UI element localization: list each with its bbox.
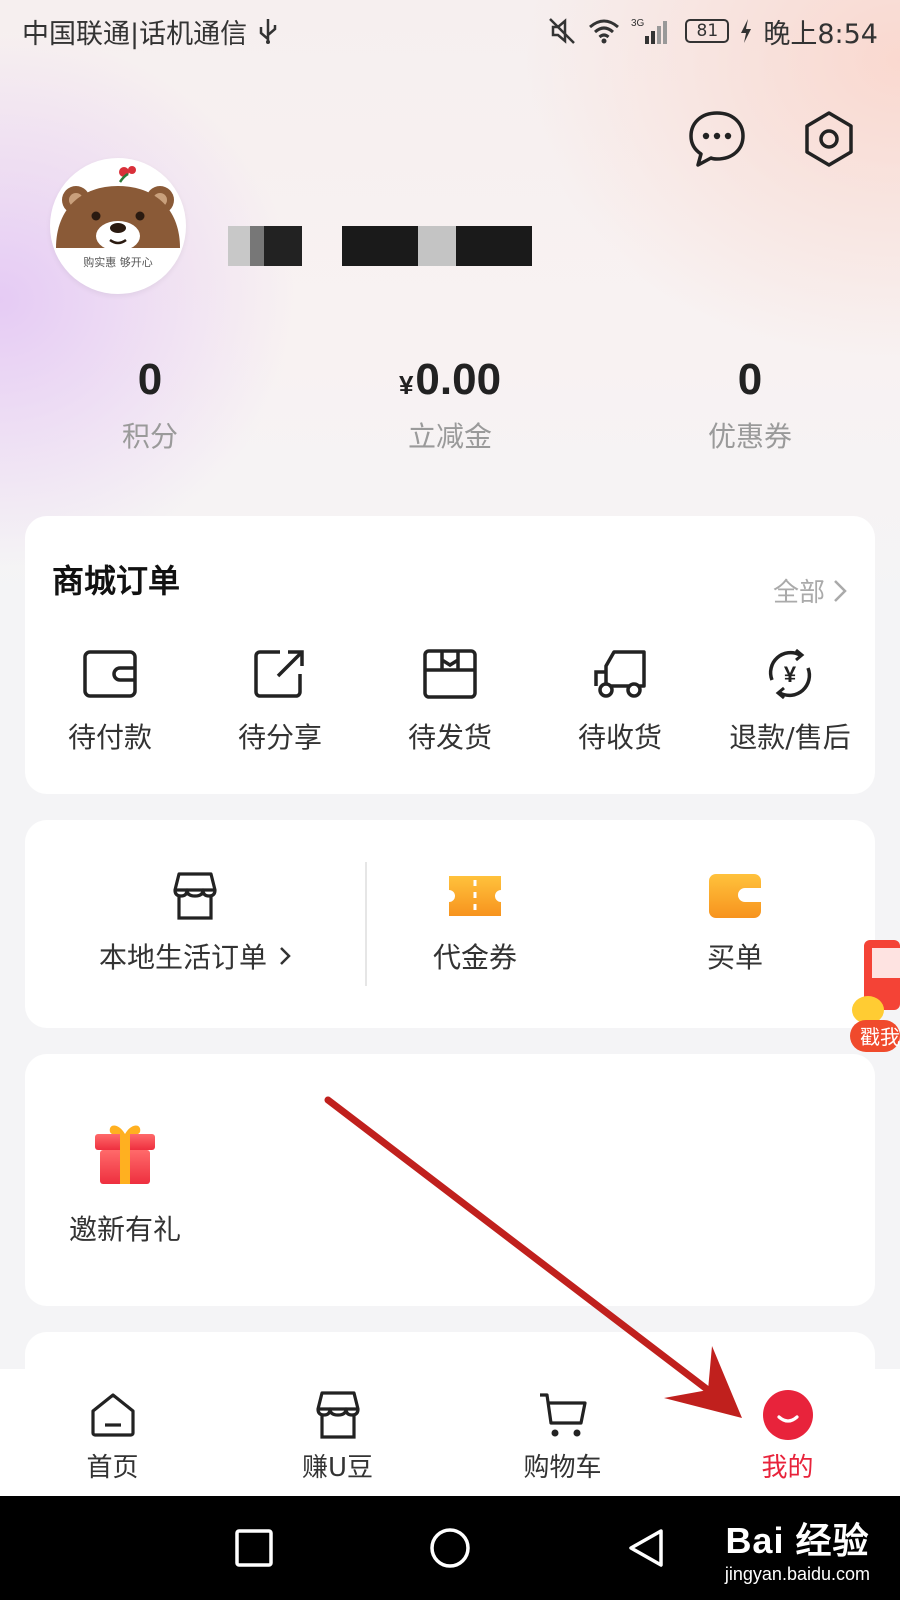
charging-icon bbox=[741, 19, 752, 43]
svg-text:戳我: 戳我 bbox=[860, 1025, 900, 1049]
home-icon bbox=[90, 1393, 135, 1437]
header-actions bbox=[686, 108, 860, 170]
battery-indicator: 81 bbox=[685, 19, 730, 43]
box-icon bbox=[423, 649, 477, 699]
tab-cart[interactable]: 购物车 bbox=[450, 1369, 675, 1496]
invite-card: 邀新有礼 bbox=[25, 1054, 875, 1306]
cart-icon bbox=[539, 1393, 587, 1437]
truck-icon bbox=[594, 650, 646, 698]
clock-text: 晚上8:54 bbox=[763, 18, 878, 50]
orders-title: 商城订单 bbox=[52, 562, 181, 600]
wallet-icon bbox=[83, 650, 137, 698]
stat-points-value: 0 bbox=[137, 355, 163, 404]
floating-promo-badge[interactable]: 戳我 bbox=[850, 940, 900, 1072]
voucher-ticket-icon bbox=[449, 876, 501, 916]
share-icon bbox=[254, 650, 304, 698]
bottom-tab-bar: 首页 赚U豆 购物车 我的 bbox=[0, 1369, 900, 1496]
services-card: 本地生活订单 代金券 买单 bbox=[25, 820, 875, 1028]
order-pending-receipt[interactable]: 待收货 bbox=[535, 646, 705, 756]
home-circle-icon[interactable] bbox=[427, 1525, 473, 1571]
svg-text:3G: 3G bbox=[631, 18, 645, 29]
profile-smile-icon bbox=[762, 1390, 813, 1440]
recent-apps-icon[interactable] bbox=[231, 1525, 277, 1571]
settings-gear-icon[interactable] bbox=[798, 108, 860, 170]
order-status-row: 待付款 待分享 待发货 待收货 ¥ 退款/售后 bbox=[25, 646, 875, 756]
tab-earn-ubean[interactable]: 赚U豆 bbox=[225, 1369, 450, 1496]
tab-home[interactable]: 首页 bbox=[0, 1369, 225, 1496]
chevron-right-icon bbox=[834, 579, 847, 602]
refund-icon: ¥ bbox=[768, 648, 812, 700]
order-pending-shipment[interactable]: 待发货 bbox=[365, 646, 535, 756]
stat-discount-value: ¥0.00 bbox=[398, 355, 502, 404]
status-bar: 中国联通|话机通信 3G 81 晚上8:54 bbox=[0, 0, 900, 62]
mute-icon bbox=[549, 18, 576, 44]
local-life-orders-link[interactable]: 本地生活订单 bbox=[25, 870, 365, 976]
stat-coupons-label: 优惠券 bbox=[707, 420, 792, 453]
stat-discount[interactable]: ¥0.00 立减金 bbox=[300, 355, 600, 455]
stats-row: 0 积分 ¥0.00 立减金 0 优惠券 bbox=[0, 355, 900, 455]
stat-points[interactable]: 0 积分 bbox=[0, 355, 300, 455]
voucher-button[interactable]: 代金券 bbox=[433, 870, 517, 976]
usb-icon bbox=[259, 19, 277, 44]
stat-coupons[interactable]: 0 优惠券 bbox=[600, 355, 900, 455]
order-refund-aftersale[interactable]: ¥ 退款/售后 bbox=[705, 646, 875, 756]
back-triangle-icon[interactable] bbox=[623, 1525, 669, 1571]
avatar[interactable]: 购实惠 够开心 bbox=[50, 158, 186, 294]
gift-icon bbox=[95, 1125, 155, 1184]
message-icon[interactable] bbox=[686, 108, 748, 170]
stat-discount-label: 立减金 bbox=[407, 420, 492, 453]
mall-orders-card: 商城订单 全部 待付款 待分享 待发货 待收货 ¥ 退款/售后 bbox=[25, 516, 875, 794]
signal-icon: 3G bbox=[631, 18, 668, 44]
order-pending-share[interactable]: 待分享 bbox=[195, 646, 365, 756]
divider bbox=[365, 862, 367, 986]
order-pending-payment[interactable]: 待付款 bbox=[25, 646, 195, 756]
wifi-icon bbox=[589, 19, 620, 44]
carrier-text: 中国联通|话机通信 bbox=[22, 18, 248, 50]
svg-text:购实惠 够开心: 购实惠 够开心 bbox=[83, 255, 153, 269]
stat-coupons-value: 0 bbox=[737, 355, 763, 404]
store-icon bbox=[173, 872, 217, 920]
stat-points-label: 积分 bbox=[121, 420, 178, 453]
orders-view-all-link[interactable]: 全部 bbox=[773, 572, 847, 609]
bear-logo-icon: 购实惠 够开心 bbox=[56, 166, 180, 269]
pay-bill-button[interactable]: 买单 bbox=[705, 870, 765, 976]
chevron-right-icon bbox=[280, 947, 291, 965]
invite-gift-button[interactable]: 邀新有礼 bbox=[69, 1118, 181, 1248]
tab-mine[interactable]: 我的 bbox=[675, 1369, 900, 1496]
svg-text:¥: ¥ bbox=[784, 662, 797, 687]
username-redacted bbox=[228, 226, 540, 266]
baidu-jingyan-watermark: Bai 经验 jingyan.baidu.com bbox=[724, 1520, 870, 1584]
store-icon bbox=[315, 1391, 360, 1439]
wallet-orange-icon bbox=[709, 874, 761, 918]
